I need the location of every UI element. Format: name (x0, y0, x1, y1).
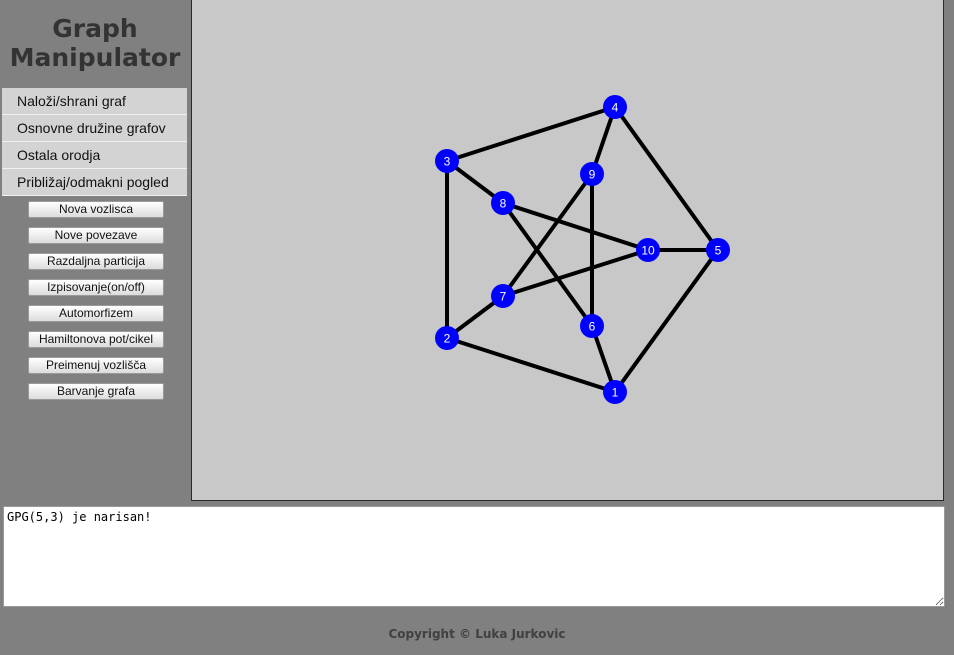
action-buttons: Nova vozlisca Nove povezave Razdaljna pa… (28, 201, 164, 409)
graph-node-label: 1 (612, 386, 619, 400)
graph-edge-7-9[interactable] (501, 172, 594, 298)
graph-node-label: 5 (715, 244, 722, 258)
rename-vertices-button[interactable]: Preimenuj vozlišča (28, 357, 164, 374)
graph-coloring-button[interactable]: Barvanje grafa (28, 383, 164, 400)
graph-drawing[interactable]: 1 2 3 4 5 6 7 8 9 10 (192, 0, 943, 500)
graph-edge-4-5[interactable] (613, 105, 720, 252)
graph-node-label: 6 (589, 320, 596, 334)
graph-node-6[interactable]: 6 (580, 314, 604, 338)
graph-node-label: 9 (589, 168, 596, 182)
graph-edge-1-2[interactable] (445, 336, 617, 394)
graph-node-4[interactable]: 4 (603, 95, 627, 119)
graph-node-3[interactable]: 3 (435, 149, 459, 173)
graph-edge-10-7[interactable] (501, 248, 650, 298)
hamiltonian-path-cycle-button[interactable]: Hamiltonova pot/cikel (28, 331, 164, 348)
graph-node-5[interactable]: 5 (706, 238, 730, 262)
graph-edge-3-4[interactable] (445, 105, 617, 163)
app-title: Graph Manipulator (0, 0, 190, 72)
menu-item-basic-graph-families[interactable]: Osnovne družine grafov (2, 115, 187, 142)
automorphism-button[interactable]: Automorfizem (28, 305, 164, 322)
graph-node-label: 4 (612, 101, 619, 115)
graph-canvas[interactable]: 1 2 3 4 5 6 7 8 9 10 (191, 0, 944, 501)
graph-node-label: 3 (444, 155, 451, 169)
menu: Naloži/shrani graf Osnovne družine grafo… (2, 88, 187, 196)
graph-node-label: 8 (500, 197, 507, 211)
new-edges-button[interactable]: Nove povezave (28, 227, 164, 244)
menu-item-other-tools[interactable]: Ostala orodja (2, 142, 187, 169)
graph-edges (445, 105, 720, 394)
graph-edge-6-8[interactable] (501, 201, 594, 328)
graph-edge-8-10[interactable] (501, 201, 650, 252)
app-title-line2: Manipulator (9, 43, 181, 72)
graph-node-9[interactable]: 9 (580, 162, 604, 186)
graph-node-2[interactable]: 2 (435, 326, 459, 350)
app-title-line1: Graph (52, 14, 138, 43)
new-vertices-button[interactable]: Nova vozlisca (28, 201, 164, 218)
graph-node-8[interactable]: 8 (491, 191, 515, 215)
menu-item-load-save-graph[interactable]: Naloži/shrani graf (2, 88, 187, 115)
graph-edge-5-1[interactable] (613, 248, 720, 394)
sidebar: Graph Manipulator Naloži/shrani graf Osn… (0, 0, 190, 500)
distance-partition-button[interactable]: Razdaljna particija (28, 253, 164, 270)
graph-node-1[interactable]: 1 (603, 380, 627, 404)
graph-node-7[interactable]: 7 (491, 284, 515, 308)
menu-item-zoom-view[interactable]: Približaj/odmakni pogled (2, 169, 187, 196)
output-console[interactable]: GPG(5,3) je narisan! (3, 506, 945, 607)
copyright-footer: Copyright © Luka Jurkovic (388, 627, 566, 641)
graph-node-label: 7 (500, 290, 507, 304)
toggle-output-button[interactable]: Izpisovanje(on/off) (28, 279, 164, 296)
graph-node-10[interactable]: 10 (636, 238, 660, 262)
graph-node-label: 10 (641, 244, 655, 258)
graph-node-label: 2 (444, 332, 451, 346)
